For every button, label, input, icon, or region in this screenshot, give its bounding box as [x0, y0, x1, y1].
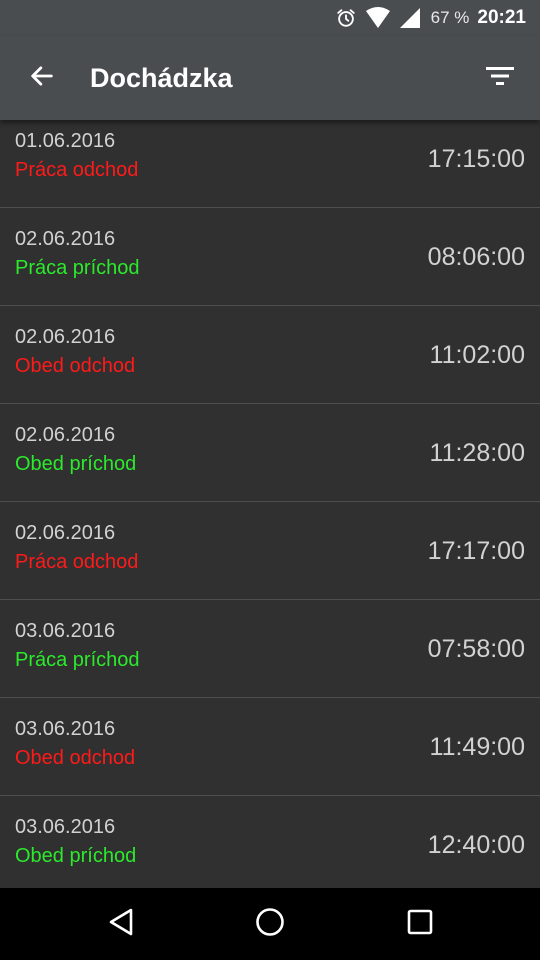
navigation-bar: [0, 888, 540, 960]
alarm-icon: [335, 7, 357, 29]
record-date: 02.06.2016: [15, 228, 116, 250]
list-item[interactable]: 02.06.2016 Obed odchod 11:02:00: [0, 306, 540, 404]
record-type: Obed príchod: [15, 453, 137, 475]
list-item[interactable]: 03.06.2016 Obed príchod 12:40:00: [0, 796, 540, 888]
battery-percent: 67 %: [430, 8, 470, 27]
record-type: Obed odchod: [15, 355, 136, 377]
record-type: Obed odchod: [15, 747, 136, 769]
record-time: 11:02:00: [429, 341, 525, 369]
attendance-list[interactable]: 01.06.2016 Práca odchod 17:15:00 02.06.2…: [0, 120, 540, 888]
record-type: Obed príchod: [15, 845, 137, 867]
nav-recents-button[interactable]: [380, 894, 460, 954]
back-button[interactable]: [14, 50, 70, 106]
filter-icon: [485, 64, 515, 93]
arrow-back-icon: [28, 62, 56, 95]
record-date: 01.06.2016: [15, 130, 116, 152]
app-bar: Dochádzka: [0, 36, 540, 120]
record-date: 03.06.2016: [15, 816, 116, 838]
record-date: 02.06.2016: [15, 424, 116, 446]
record-time: 17:17:00: [427, 537, 525, 565]
page-title: Dochádzka: [90, 63, 233, 93]
record-type: Práca príchod: [15, 649, 140, 671]
record-time: 17:15:00: [427, 145, 525, 173]
nav-recents-icon: [406, 908, 434, 941]
record-date: 02.06.2016: [15, 326, 116, 348]
nav-back-button[interactable]: [81, 894, 161, 954]
record-time: 08:06:00: [427, 243, 525, 271]
nav-home-icon: [255, 907, 285, 942]
wifi-icon: [365, 7, 391, 29]
filter-button[interactable]: [472, 50, 528, 106]
record-time: 12:40:00: [427, 831, 525, 859]
list-item[interactable]: 03.06.2016 Práca príchod 07:58:00: [0, 600, 540, 698]
record-type: Práca odchod: [15, 159, 139, 181]
record-date: 03.06.2016: [15, 718, 116, 740]
list-item[interactable]: 01.06.2016 Práca odchod 17:15:00: [0, 120, 540, 208]
nav-home-button[interactable]: [230, 894, 310, 954]
record-time: 11:28:00: [429, 439, 525, 467]
record-date: 02.06.2016: [15, 522, 116, 544]
status-bar: 67 % 20:21: [0, 0, 540, 36]
list-item[interactable]: 03.06.2016 Obed odchod 11:49:00: [0, 698, 540, 796]
record-type: Práca odchod: [15, 551, 139, 573]
list-item[interactable]: 02.06.2016 Práca príchod 08:06:00: [0, 208, 540, 306]
list-item[interactable]: 02.06.2016 Obed príchod 11:28:00: [0, 404, 540, 502]
list-item[interactable]: 02.06.2016 Práca odchod 17:17:00: [0, 502, 540, 600]
record-time: 07:58:00: [427, 635, 525, 663]
record-date: 03.06.2016: [15, 620, 116, 642]
record-type: Práca príchod: [15, 257, 140, 279]
signal-icon: [399, 7, 421, 29]
nav-back-icon: [107, 907, 135, 942]
status-clock: 20:21: [477, 7, 526, 28]
record-time: 11:49:00: [429, 733, 525, 761]
